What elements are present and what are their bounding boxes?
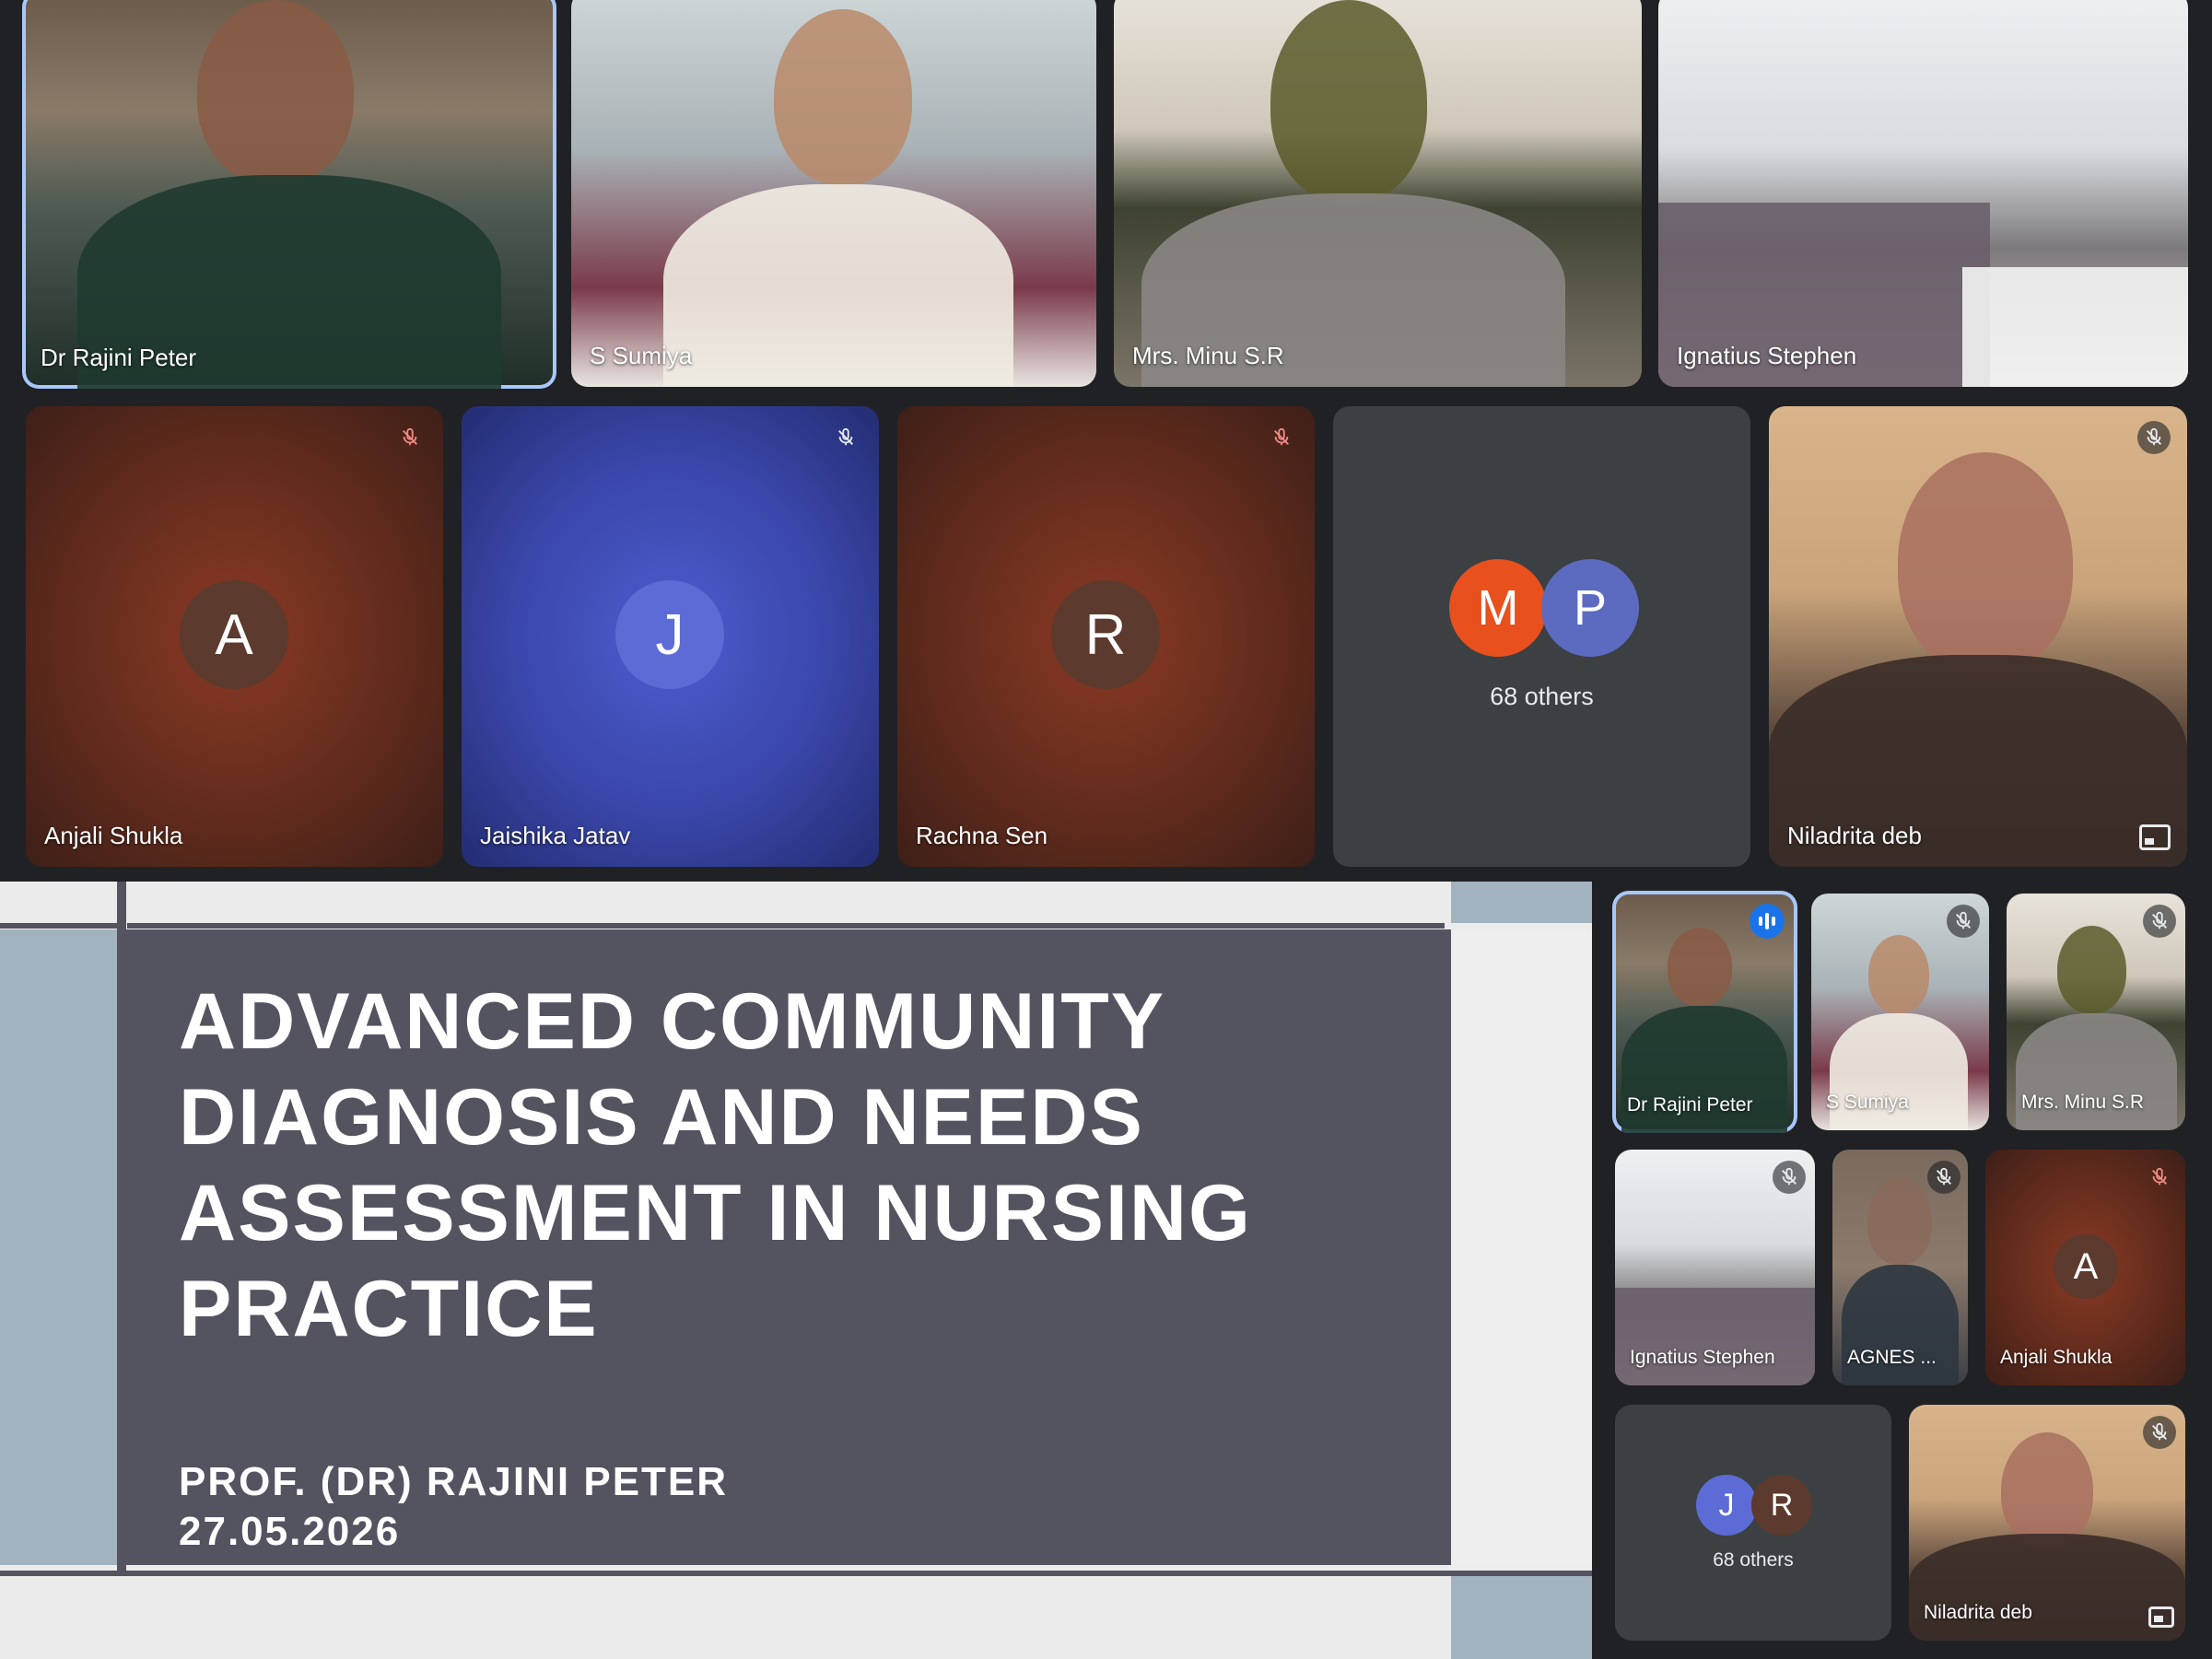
others-tile[interactable]: M P 68 others (1333, 406, 1750, 867)
slide-decoration (0, 1576, 117, 1659)
mic-off-icon (2137, 421, 2171, 454)
participant-tile-ignatius-stephen[interactable]: Ignatius Stephen (1658, 0, 2188, 387)
side-tile-minu-sr[interactable]: Mrs. Minu S.R (2007, 894, 2185, 1130)
speaking-indicator-icon (1750, 904, 1785, 939)
mic-off-icon (2143, 905, 2176, 938)
mic-off-icon (1947, 905, 1980, 938)
mic-off-icon (829, 421, 862, 454)
participant-video (2057, 926, 2126, 1013)
participant-name: Niladrita deb (1787, 822, 1922, 849)
participant-name: Rachna Sen (916, 822, 1048, 849)
presentation-slide: ADVANCED COMMUNITY DIAGNOSIS AND NEEDS A… (0, 882, 1592, 1659)
participant-name: Mrs. Minu S.R (1132, 342, 1284, 369)
participant-tile-anjali-shukla[interactable]: A Anjali Shukla (26, 406, 443, 867)
mic-off-icon (1927, 1161, 1960, 1194)
avatar: J (615, 580, 724, 689)
participant-name: Ignatius Stephen (1677, 342, 1857, 369)
participant-video (1668, 928, 1732, 1006)
participant-name: S Sumiya (1826, 1092, 1909, 1113)
slide-decoration (0, 929, 117, 1565)
avatar: R (1051, 580, 1160, 689)
participant-tile-dr-rajini-peter[interactable]: Dr Rajini Peter (22, 0, 556, 389)
participant-name: S Sumiya (590, 342, 693, 369)
participant-video (1898, 452, 2073, 673)
slide-subtitle: PROF. (DR) RAJINI PETER 27.05.2026 (179, 1457, 728, 1557)
avatar: J (1696, 1475, 1757, 1536)
mic-off-icon (2143, 1161, 2176, 1194)
avatar: M (1449, 559, 1547, 657)
participant-tile-s-sumiya[interactable]: S Sumiya (571, 0, 1096, 387)
mic-off-icon (1265, 421, 1298, 454)
avatar: A (180, 580, 288, 689)
participant-video-crowd (1615, 1288, 1815, 1385)
participant-tile-rachna-sen[interactable]: R Rachna Sen (897, 406, 1315, 867)
avatar: R (1751, 1475, 1812, 1536)
participant-video (1270, 0, 1427, 203)
participant-name: Anjali Shukla (2000, 1347, 2113, 1368)
side-others-tile[interactable]: J R 68 others (1615, 1405, 1891, 1641)
participant-video-body (663, 184, 1013, 387)
side-tile-anjali-shukla[interactable]: A Anjali Shukla (1985, 1150, 2185, 1385)
slide-decoration (0, 882, 123, 929)
participant-video (1868, 935, 1929, 1013)
participant-name: AGNES ... (1847, 1347, 1937, 1368)
participant-video (197, 0, 354, 184)
side-tile-niladrita-deb[interactable]: Niladrita deb (1909, 1405, 2185, 1641)
participant-name: Anjali Shukla (44, 822, 183, 849)
participant-name: Mrs. Minu S.R (2021, 1092, 2145, 1113)
mic-off-icon (2143, 1416, 2176, 1449)
slide-decoration (0, 1571, 1592, 1659)
participant-video (774, 9, 912, 184)
avatar: A (2054, 1234, 2118, 1299)
others-count-label: 68 others (1713, 1549, 1794, 1571)
others-count-label: 68 others (1490, 683, 1594, 710)
participant-tile-jaishika-jatav[interactable]: J Jaishika Jatav (462, 406, 879, 867)
mic-off-icon (393, 421, 427, 454)
slide-date: 27.05.2026 (179, 1509, 401, 1554)
participant-video (1867, 1177, 1932, 1265)
slide-decoration (1451, 929, 1592, 1565)
slide-presenter: PROF. (DR) RAJINI PETER (179, 1459, 729, 1504)
participant-name: Jaishika Jatav (480, 822, 631, 849)
participant-video-body (1909, 1534, 2185, 1641)
avatar: P (1541, 559, 1639, 657)
mic-off-icon (1773, 1161, 1806, 1194)
side-tile-ignatius-stephen[interactable]: Ignatius Stephen (1615, 1150, 1815, 1385)
side-tile-dr-rajini-peter[interactable]: Dr Rajini Peter (1612, 891, 1797, 1133)
participant-video (2001, 1432, 2093, 1548)
participant-name: Niladrita deb (1924, 1602, 2032, 1623)
slide-decoration (1451, 1576, 1592, 1659)
participant-tile-minu-sr[interactable]: Mrs. Minu S.R (1114, 0, 1642, 387)
participant-tile-niladrita-deb[interactable]: Niladrita deb (1769, 406, 2187, 867)
slide-decoration (127, 882, 1445, 929)
side-tile-agnes[interactable]: AGNES ... (1832, 1150, 1968, 1385)
participant-video-table (1962, 267, 2188, 387)
slide-title: ADVANCED COMMUNITY DIAGNOSIS AND NEEDS A… (179, 977, 1252, 1353)
slide-decoration (117, 882, 126, 1659)
slide-decoration (1451, 882, 1592, 923)
side-tile-s-sumiya[interactable]: S Sumiya (1811, 894, 1989, 1130)
picture-in-picture-icon[interactable] (2139, 824, 2171, 850)
participant-name: Ignatius Stephen (1630, 1347, 1775, 1368)
participant-name: Dr Rajini Peter (1627, 1094, 1753, 1116)
picture-in-picture-icon[interactable] (2148, 1606, 2174, 1628)
participant-name: Dr Rajini Peter (41, 344, 197, 371)
